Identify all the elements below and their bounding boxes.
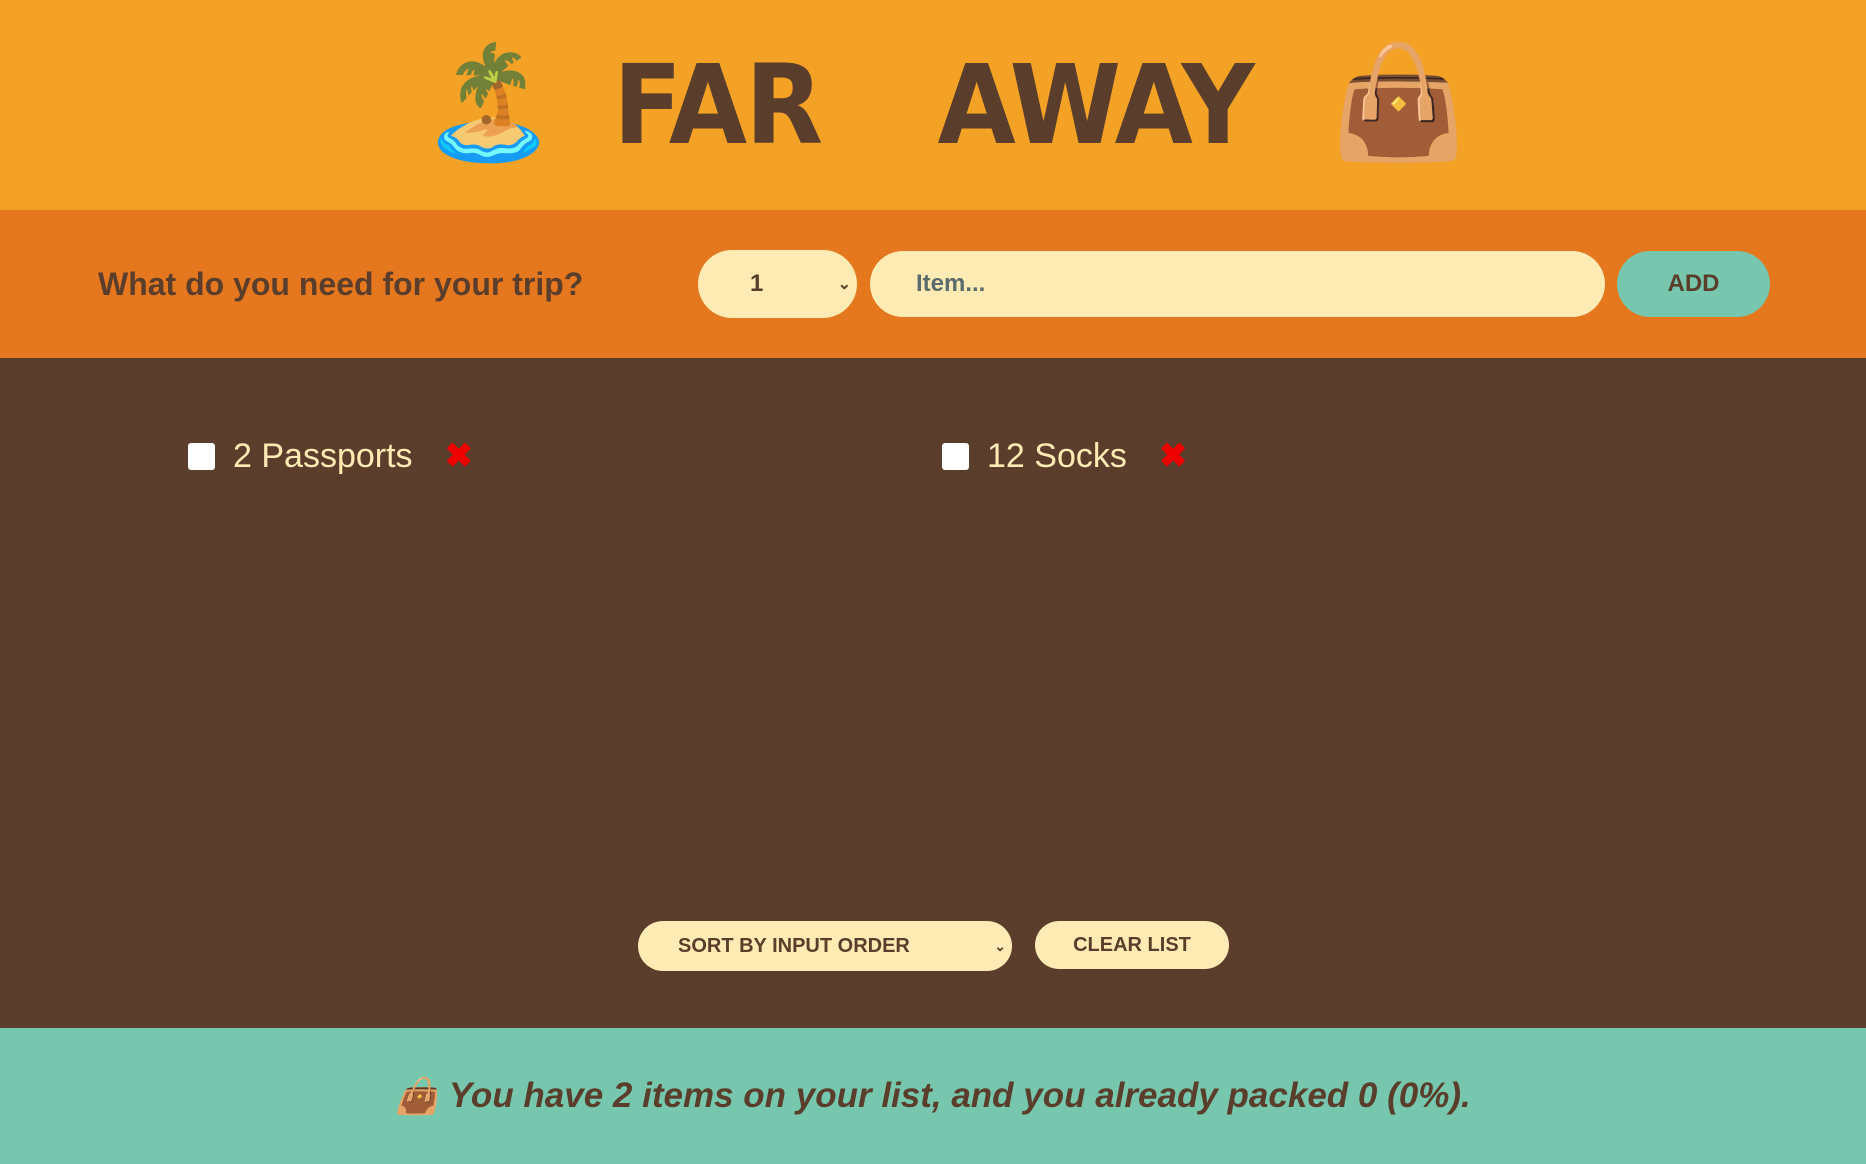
item-label: 12 Socks bbox=[987, 436, 1127, 475]
chevron-down-icon: ⌄ bbox=[837, 276, 851, 293]
delete-icon[interactable]: ✖ bbox=[445, 436, 474, 476]
header: 🏝️ FAR AWAY 👜 bbox=[0, 0, 1866, 210]
delete-icon[interactable]: ✖ bbox=[1159, 436, 1188, 476]
sort-select[interactable]: SORT BY INPUT ORDER ⌄ bbox=[638, 921, 1012, 971]
list-item: 12 Socks ✖ bbox=[942, 436, 1696, 476]
list-item: 2 Passports ✖ bbox=[188, 436, 942, 476]
add-button[interactable]: ADD bbox=[1617, 251, 1770, 317]
sort-value: SORT BY INPUT ORDER bbox=[678, 934, 910, 957]
item-placeholder: Item... bbox=[916, 270, 986, 297]
item-label: 2 Passports bbox=[233, 436, 413, 475]
stats-text: You have 2 items on your list, and you a… bbox=[448, 1076, 1471, 1115]
quantity-select[interactable]: 1 ⌄ bbox=[698, 250, 857, 318]
handbag-icon: 👜 bbox=[395, 1076, 439, 1116]
packed-checkbox[interactable] bbox=[942, 442, 969, 470]
stats-footer: 👜 You have 2 items on your list, and you… bbox=[0, 1028, 1866, 1164]
form-label: What do you need for your trip? bbox=[98, 265, 584, 302]
packed-checkbox[interactable] bbox=[188, 442, 215, 470]
handbag-icon: 👜 bbox=[1330, 41, 1467, 164]
page-title: FAR AWAY bbox=[613, 41, 1255, 169]
item-input[interactable]: Item... bbox=[870, 251, 1605, 317]
packing-list: 2 Passports ✖ 12 Socks ✖ SORT BY INPUT O… bbox=[0, 358, 1866, 1028]
add-item-form: What do you need for your trip? 1 ⌄ Item.… bbox=[0, 210, 1866, 358]
quantity-value: 1 bbox=[750, 270, 764, 297]
chevron-down-icon: ⌄ bbox=[994, 937, 1006, 954]
clear-list-button[interactable]: CLEAR LIST bbox=[1035, 921, 1229, 969]
